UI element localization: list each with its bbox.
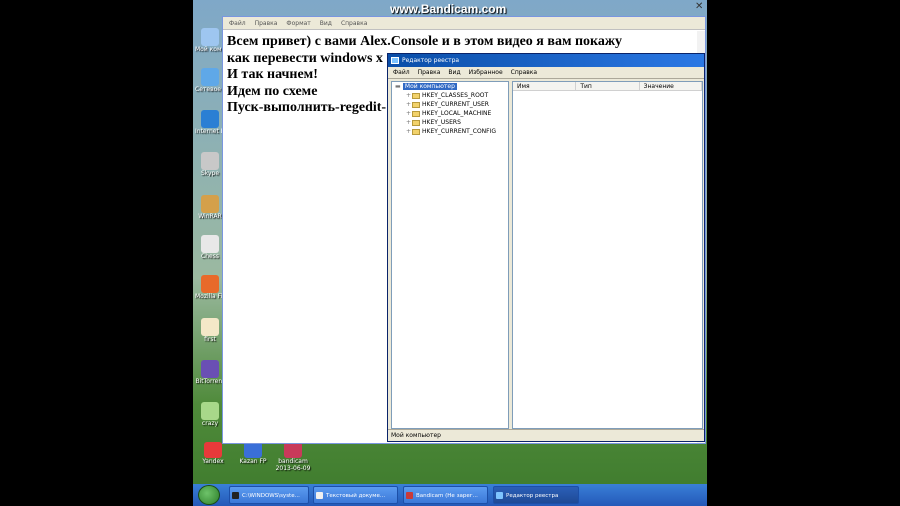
tree-item-hkcc[interactable]: + HKEY_CURRENT_CONFIG [406,128,496,136]
tree-item-label: HKEY_CLASSES_ROOT [422,92,489,99]
globe-icon [201,68,219,86]
desktop-icon-label: Internet Explorer [195,128,225,135]
bandicam-icon [406,492,413,499]
yandex-icon [204,442,222,458]
window-title: Редактор реестра [402,57,460,64]
taskbar-button-label: Редактор реестра [506,493,559,499]
regedit-icon [391,57,399,64]
desktop-icon-label: Kazan FP [239,458,267,465]
desktop-icon-label: Yandex [202,458,224,465]
column-name[interactable]: Имя [513,82,577,90]
winrar-shortcut[interactable]: WinRAR [195,195,225,220]
bandicam-folder[interactable]: bandicam 2013-06-09 [273,442,313,472]
tree-item-hku[interactable]: + HKEY_USERS [406,119,461,127]
desktop-icon-sublabel: 2013-06-09 [275,465,311,472]
menu-view[interactable]: Вид [448,67,460,78]
bittorrent-icon [201,360,219,378]
desktop-icon-label: Chess [201,253,219,260]
collapse-icon[interactable]: ▬ [395,83,401,91]
skype-icon [201,152,219,170]
menu-favorites[interactable]: Избранное [469,67,503,78]
menu-file[interactable]: Файл [229,17,246,29]
chess-shortcut[interactable]: Chess [195,235,225,260]
firefox-shortcut[interactable]: Mozilla Firefox [195,275,225,300]
menu-file[interactable]: Файл [393,67,410,78]
menu-edit[interactable]: Правка [255,17,278,29]
tree-item-label: HKEY_CURRENT_CONFIG [422,128,497,135]
tree-item-hklm[interactable]: + HKEY_LOCAL_MACHINE [406,110,491,118]
taskbar-button-regedit[interactable]: Редактор реестра [493,486,579,504]
network-icon[interactable]: Сетевое окружение [195,68,225,93]
desktop-icon-label: bandicam [278,458,308,465]
my-computer-icon[interactable]: Мой компьютер [195,28,225,53]
notepad-menubar: Файл Правка Формат Вид Справка [223,17,705,30]
desktop-icon-label: crazy [201,420,219,427]
kazan-fp-shortcut[interactable]: Kazan FP [233,442,273,465]
regedit-menubar: Файл Правка Вид Избранное Справка [388,67,704,79]
menu-format[interactable]: Формат [286,17,310,29]
firefox-icon [201,275,219,293]
column-value[interactable]: Значение [640,82,702,90]
winrar-icon [201,195,219,213]
tree-item-label: HKEY_CURRENT_USER [422,101,489,108]
folder-icon [412,92,420,99]
text-line: Всем привет) с вами Alex.Console и в это… [227,34,623,49]
desktop-icon-label: WinRAR [198,213,222,220]
tree-item-label: HKEY_LOCAL_MACHINE [422,110,492,117]
registry-tree[interactable]: ▬ Мой компьютер + HKEY_CLASSES_ROOT + HKEY… [391,81,509,429]
menu-view[interactable]: Вид [320,17,332,29]
computer-icon [201,28,219,46]
yandex-shortcut[interactable]: Yandex [193,442,233,465]
taskbar: C:\WINDOWS\syste... Текстовый докуме... … [193,484,707,506]
chess-icon [201,235,219,253]
taskbar-button-bandicam[interactable]: Bandicam (Не зарег... [403,486,488,504]
video-frame: Мой компьютер Сетевое окружение Internet… [0,0,900,506]
folder-icon [412,128,420,135]
taskbar-button-cmd[interactable]: C:\WINDOWS\syste... [229,486,309,504]
desktop-icon-label: first [204,336,216,343]
regedit-window[interactable]: Редактор реестра Файл Правка Вид Избранн… [387,53,705,442]
taskbar-button-notepad[interactable]: Текстовый докуме... [313,486,398,504]
cmd-icon [232,492,239,499]
crazy-file[interactable]: crazy [195,402,225,427]
notepad-icon [316,492,323,499]
tree-root-label: Мой компьютер [402,83,457,90]
folder-icon [412,119,420,126]
tree-item-hkcu[interactable]: + HKEY_CURRENT_USER [406,101,489,109]
ie-icon [201,110,219,128]
desktop-icon-label: Skype [200,170,220,177]
values-list[interactable]: Имя Тип Значение [512,81,703,429]
bandicam-watermark: www.Bandicam.com [390,2,507,16]
column-type[interactable]: Тип [576,82,640,90]
desktop-icon-label: Mozilla Firefox [195,293,225,300]
menu-help[interactable]: Справка [341,17,367,29]
file-icon [201,318,219,336]
regedit-icon [496,492,503,499]
tree-item-hkcr[interactable]: + HKEY_CLASSES_ROOT [406,92,488,100]
taskbar-button-label: Текстовый докуме... [326,493,386,499]
skype-shortcut[interactable]: Skype [195,152,225,177]
taskbar-button-label: C:\WINDOWS\syste... [242,493,300,499]
regedit-titlebar[interactable]: Редактор реестра [388,54,704,67]
folder-icon [284,442,302,458]
close-icon[interactable]: ✕ [695,2,705,12]
menu-edit[interactable]: Правка [418,67,441,78]
desktop-icon-label: Мой компьютер [195,46,225,53]
desktop-icon-label: Сетевое окружение [195,86,225,93]
tree-root[interactable]: ▬ Мой компьютер [395,83,457,91]
kazan-fp-icon [244,442,262,458]
tree-item-label: HKEY_USERS [422,119,461,126]
bittorrent-shortcut[interactable]: BitTorrent [195,360,225,385]
folder-icon [412,110,420,117]
taskbar-button-label: Bandicam (Не зарег... [416,493,478,499]
ie-shortcut[interactable]: Internet Explorer [195,110,225,135]
status-bar: Мой компьютер [388,429,704,441]
image-file-icon [201,402,219,420]
start-button[interactable] [198,485,220,505]
first-file[interactable]: first [195,318,225,343]
folder-icon [412,101,420,108]
list-header: Имя Тип Значение [513,82,702,91]
desktop-icon-label: BitTorrent [195,378,225,385]
menu-help[interactable]: Справка [511,67,537,78]
